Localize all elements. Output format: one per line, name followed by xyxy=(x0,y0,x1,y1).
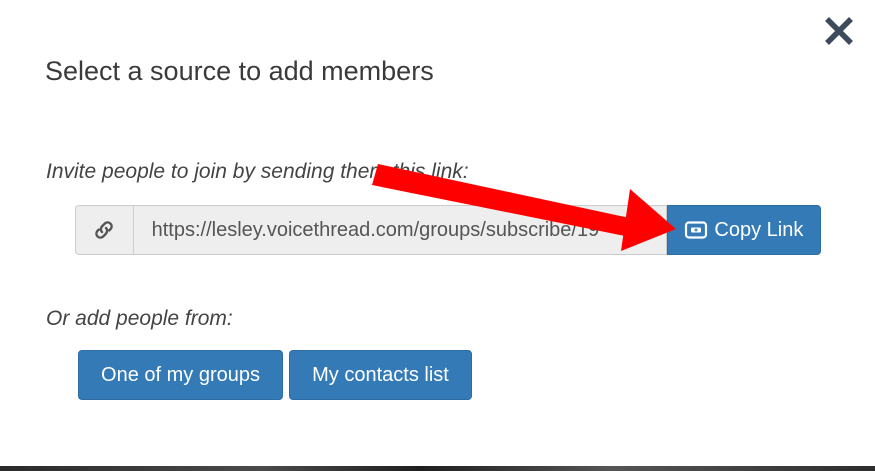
dialog-title: Select a source to add members xyxy=(45,56,434,86)
invite-prompt: Invite people to join by sending them th… xyxy=(46,160,469,183)
copy-link-label: Copy Link xyxy=(714,218,804,241)
link-addon xyxy=(75,205,133,255)
close-icon xyxy=(825,17,853,45)
invite-link-field[interactable] xyxy=(132,205,667,255)
add-members-dialog: Select a source to add members Invite pe… xyxy=(0,0,875,471)
my-contacts-list-button[interactable]: My contacts list xyxy=(289,350,472,400)
close-button[interactable] xyxy=(820,12,858,50)
invite-link-group: Copy Link xyxy=(75,205,821,255)
background-strip xyxy=(0,466,875,471)
copy-link-button[interactable]: Copy Link xyxy=(666,205,821,255)
copy-link-icon xyxy=(685,221,708,239)
link-icon xyxy=(95,221,114,239)
one-of-my-groups-button[interactable]: One of my groups xyxy=(78,350,283,400)
add-from-prompt: Or add people from: xyxy=(46,307,233,330)
